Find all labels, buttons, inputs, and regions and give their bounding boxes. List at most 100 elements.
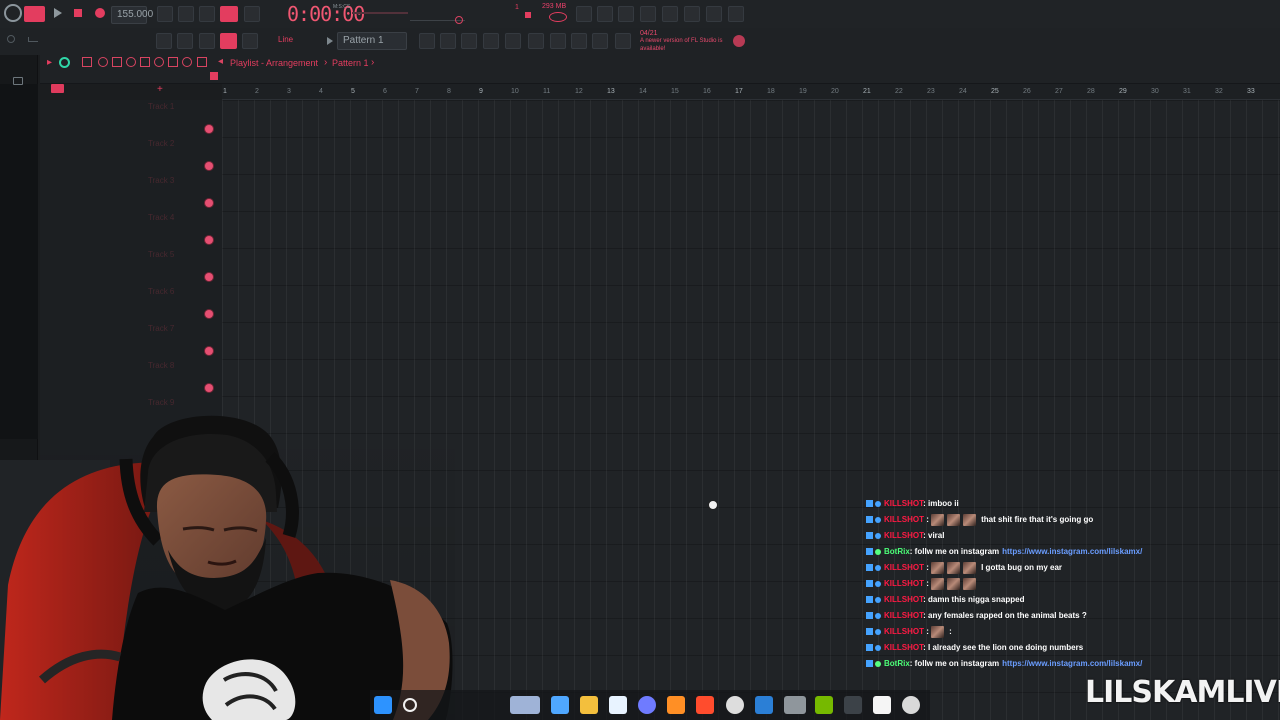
piano-roll-icon[interactable] xyxy=(199,33,215,49)
pattern-arrow-icon[interactable] xyxy=(327,37,333,45)
select-tool-icon[interactable] xyxy=(168,57,178,67)
playback-tool-icon[interactable] xyxy=(197,57,207,67)
display-icon[interactable] xyxy=(844,696,862,714)
track-mute-icon[interactable] xyxy=(205,125,213,133)
chat-username[interactable]: BotRix xyxy=(884,547,910,556)
download-icon[interactable] xyxy=(728,6,744,22)
plugin-icon[interactable] xyxy=(684,6,700,22)
draw-tool-icon[interactable] xyxy=(82,57,92,67)
chat-username[interactable]: KILLSHOT xyxy=(884,563,924,572)
tool-paint-icon[interactable] xyxy=(550,33,566,49)
chat-username[interactable]: KILLSHOT xyxy=(884,515,924,524)
store-icon[interactable] xyxy=(609,696,627,714)
pattern-picker-icon[interactable] xyxy=(210,72,218,80)
playlist-menu-icon[interactable]: ▸ xyxy=(47,58,55,68)
zoom-tool-icon[interactable] xyxy=(182,57,192,67)
track-name-label[interactable]: Track 1 xyxy=(148,101,203,113)
record-icon[interactable] xyxy=(95,8,105,18)
channel-rack-icon[interactable] xyxy=(177,33,193,49)
chat-username[interactable]: BotRix xyxy=(884,659,910,668)
tool-mute-icon[interactable] xyxy=(505,33,521,49)
stop-icon[interactable] xyxy=(74,9,82,17)
track-mute-icon[interactable] xyxy=(205,199,213,207)
nvidia-icon[interactable] xyxy=(815,696,833,714)
tool-select-icon[interactable] xyxy=(419,33,435,49)
song-mode-icon[interactable] xyxy=(24,6,45,22)
loop-record-icon[interactable] xyxy=(244,6,260,22)
chat-link[interactable]: https://www.instagram.com/lilskamx/ xyxy=(1002,547,1142,556)
slice-tool-icon[interactable] xyxy=(154,57,164,67)
discord-icon[interactable] xyxy=(638,696,656,714)
track-mute-icon[interactable] xyxy=(205,347,213,355)
tool-zoom-icon[interactable] xyxy=(461,33,477,49)
microphone-icon[interactable] xyxy=(618,6,634,22)
cut-icon[interactable] xyxy=(597,6,613,22)
pattern-breadcrumb[interactable]: Pattern 1 xyxy=(332,57,372,69)
track-name-label[interactable]: Track 6 xyxy=(148,286,203,298)
link-icon[interactable] xyxy=(220,33,237,49)
mixer-icon[interactable] xyxy=(242,33,258,49)
chat-username[interactable]: KILLSHOT xyxy=(884,499,923,508)
folder-icon[interactable] xyxy=(13,77,23,85)
settings-icon[interactable] xyxy=(733,35,745,47)
undo-history-icon[interactable] xyxy=(576,6,592,22)
tool-delete-icon[interactable] xyxy=(571,33,587,49)
chat-username[interactable]: KILLSHOT xyxy=(884,531,923,540)
help-icon[interactable] xyxy=(640,6,656,22)
media-player-icon[interactable] xyxy=(902,696,920,714)
fl-studio-icon[interactable] xyxy=(667,696,685,714)
track-mute-icon[interactable] xyxy=(205,310,213,318)
tool-playback-icon[interactable] xyxy=(483,33,499,49)
chrome-icon[interactable] xyxy=(726,696,744,714)
windows-icon[interactable] xyxy=(374,696,392,714)
chat-username[interactable]: KILLSHOT xyxy=(884,579,924,588)
master-pitch-slider[interactable] xyxy=(352,12,408,14)
paint-tool-icon[interactable] xyxy=(98,57,108,67)
play-icon[interactable] xyxy=(54,8,62,18)
pattern-selector[interactable]: Pattern 1 xyxy=(337,32,407,50)
chat-username[interactable]: KILLSHOT xyxy=(884,643,923,652)
slip-tool-icon[interactable] xyxy=(140,57,150,67)
tool-draw-icon[interactable] xyxy=(528,33,544,49)
chat-link[interactable]: https://www.instagram.com/lilskamx/ xyxy=(1002,659,1142,668)
wait-for-input-icon[interactable] xyxy=(178,6,194,22)
mute-tool-icon[interactable] xyxy=(126,57,136,67)
chat-username[interactable]: KILLSHOT xyxy=(884,627,924,636)
add-track-icon[interactable]: + xyxy=(157,85,165,95)
track-mute-icon[interactable] xyxy=(205,384,213,392)
snap-icon[interactable] xyxy=(28,37,38,42)
chat-username[interactable]: KILLSHOT xyxy=(884,611,923,620)
track-name-label[interactable]: Track 8 xyxy=(148,360,203,372)
search-icon[interactable] xyxy=(403,698,417,712)
track-mute-icon[interactable] xyxy=(205,162,213,170)
countdown-icon[interactable] xyxy=(199,6,215,22)
chat-username[interactable]: KILLSHOT xyxy=(884,595,923,604)
track-mute-icon[interactable] xyxy=(205,273,213,281)
tool-cut-icon[interactable] xyxy=(592,33,608,49)
track-name-label[interactable]: Track 3 xyxy=(148,175,203,187)
fl-logo-icon[interactable] xyxy=(4,4,22,22)
playlist-window-icon[interactable] xyxy=(156,33,172,49)
browser-toggle-icon[interactable] xyxy=(7,35,15,43)
capcut-icon[interactable] xyxy=(873,696,891,714)
chat-icon[interactable] xyxy=(706,6,722,22)
metronome-icon[interactable] xyxy=(157,6,173,22)
track-name-label[interactable]: Track 7 xyxy=(148,323,203,335)
track-name-label[interactable]: Track 4 xyxy=(148,212,203,224)
snap-magnet-icon[interactable] xyxy=(59,57,70,68)
delete-tool-icon[interactable] xyxy=(112,57,122,67)
obs-icon[interactable] xyxy=(784,696,806,714)
folder-icon[interactable] xyxy=(580,696,598,714)
audio-input-icon[interactable] xyxy=(220,6,238,22)
master-volume-knob[interactable] xyxy=(455,16,463,24)
line-mode[interactable]: Line xyxy=(278,35,306,47)
tool-options-icon[interactable] xyxy=(615,33,631,49)
tempo-display[interactable]: 155.000 xyxy=(111,6,153,24)
widget-icon[interactable] xyxy=(510,696,540,714)
track-options-icon[interactable] xyxy=(51,84,64,93)
tool-slice-icon[interactable] xyxy=(440,33,456,49)
brave-icon[interactable] xyxy=(696,696,714,714)
save-icon[interactable] xyxy=(662,6,678,22)
steam-icon[interactable] xyxy=(755,696,773,714)
track-name-label[interactable]: Track 5 xyxy=(148,249,203,261)
